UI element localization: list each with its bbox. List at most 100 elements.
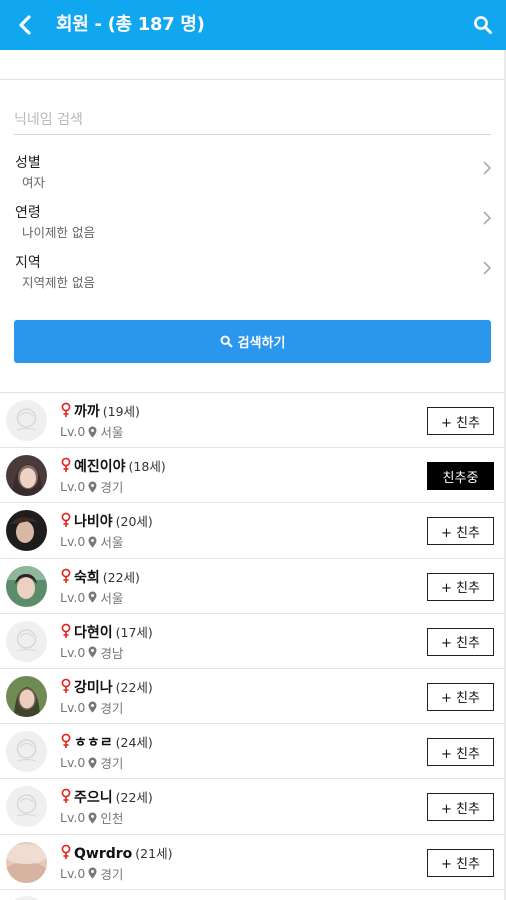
header-search-button[interactable] <box>466 8 500 42</box>
map-pin-icon <box>88 812 97 824</box>
member-nickname[interactable]: 다현이 (17세) <box>74 622 153 642</box>
member-region: 서울 <box>100 425 124 440</box>
filter-label: 연령 <box>15 205 41 221</box>
member-region: 경기 <box>100 866 124 882</box>
member-age: (22세) <box>115 790 153 806</box>
member-row[interactable]: 예진이야 (18세) Lv.0 경기 친추중 <box>0 448 504 504</box>
page-title: 회원 - (총 187 명) <box>56 14 205 35</box>
member-region: 인천 <box>100 811 124 827</box>
filter-value: 나이제한 없음 <box>22 225 95 240</box>
map-pin-icon <box>88 481 97 493</box>
member-row-partial <box>0 890 504 900</box>
add-friend-button[interactable]: + 친추 <box>427 627 494 656</box>
member-meta: Lv.0 서울 <box>60 422 123 441</box>
member-row[interactable]: 주으니 (22세) Lv.0 인천 + 친추 <box>0 779 504 835</box>
add-friend-button[interactable]: + 친추 <box>427 682 494 711</box>
filter-value: 여자 <box>22 175 46 190</box>
member-age: (22세) <box>102 569 140 585</box>
filter-value: 지역제한 없음 <box>22 275 95 290</box>
member-level: Lv.0 <box>60 589 86 605</box>
app-header: 회원 - (총 187 명) <box>0 0 506 50</box>
filter-region[interactable]: 지역 지역제한 없음 <box>0 252 504 298</box>
member-nickname[interactable]: 주으니 (22세) <box>74 787 153 807</box>
member-meta: Lv.0 인천 <box>60 808 123 827</box>
member-row[interactable]: 까까 (19세) Lv.0 서울 + 친추 <box>0 393 504 449</box>
member-nickname[interactable]: 강미나 (22세) <box>74 677 153 697</box>
member-region: 경남 <box>100 645 124 661</box>
member-meta: Lv.0 경남 <box>60 643 123 662</box>
add-friend-button[interactable]: + 친추 <box>427 848 494 877</box>
member-region: 경기 <box>100 700 124 716</box>
add-friend-button[interactable]: + 친추 <box>427 572 494 601</box>
avatar[interactable] <box>6 786 47 828</box>
avatar[interactable] <box>6 841 47 883</box>
member-meta: Lv.0 경기 <box>60 753 123 772</box>
member-age: (24세) <box>115 735 153 751</box>
member-nickname[interactable]: 까까 (19세) <box>74 401 140 421</box>
member-age: (17세) <box>115 624 153 640</box>
search-icon <box>220 335 233 348</box>
member-nickname[interactable]: 나비야 (20세) <box>74 511 153 531</box>
avatar[interactable] <box>6 455 47 497</box>
female-icon <box>61 844 71 859</box>
chevron-right-icon <box>483 161 492 175</box>
member-level: Lv.0 <box>60 699 86 715</box>
filter-gender[interactable]: 성별 여자 <box>0 152 504 198</box>
member-level: Lv.0 <box>60 479 86 495</box>
search-submit-button[interactable]: 검색하기 <box>14 320 491 363</box>
search-icon <box>474 16 492 34</box>
chevron-left-icon <box>19 15 31 35</box>
member-meta: Lv.0 경기 <box>60 477 123 496</box>
member-age: (18세) <box>128 459 166 475</box>
filter-label: 성별 <box>15 155 41 171</box>
member-age: (20세) <box>115 514 153 530</box>
member-row[interactable]: 숙희 (22세) Lv.0 서울 + 친추 <box>0 559 504 614</box>
female-icon <box>61 678 71 693</box>
chevron-right-icon <box>483 261 492 275</box>
member-level: Lv.0 <box>60 644 86 660</box>
member-row[interactable]: 다현이 (17세) Lv.0 경남 + 친추 <box>0 614 504 669</box>
female-icon <box>61 623 71 638</box>
member-meta: Lv.0 서울 <box>60 532 123 551</box>
add-friend-button[interactable]: + 친추 <box>427 407 494 435</box>
member-age: (22세) <box>115 679 153 695</box>
avatar[interactable] <box>6 510 47 552</box>
member-nickname[interactable]: ㅎㅎㄹ (24세) <box>74 732 153 752</box>
avatar <box>6 895 47 900</box>
map-pin-icon <box>88 591 97 603</box>
member-nickname[interactable]: Qwrdro (21세) <box>74 843 172 862</box>
add-friend-button[interactable]: + 친추 <box>427 738 494 767</box>
member-row[interactable]: Qwrdro (21세) Lv.0 경기 + 친추 <box>0 835 504 890</box>
member-region: 경기 <box>100 480 124 496</box>
member-age: (19세) <box>102 404 140 419</box>
back-button[interactable] <box>10 8 40 42</box>
member-row[interactable]: ㅎㅎㄹ (24세) Lv.0 경기 + 친추 <box>0 724 504 780</box>
member-region: 서울 <box>100 590 124 606</box>
avatar[interactable] <box>6 731 47 773</box>
female-icon <box>61 457 71 473</box>
member-nickname[interactable]: 숙희 (22세) <box>74 567 140 587</box>
female-icon <box>61 788 71 804</box>
female-icon <box>61 568 71 583</box>
search-submit-label: 검색하기 <box>237 336 286 351</box>
member-row[interactable]: 강미나 (22세) Lv.0 경기 + 친추 <box>0 669 504 725</box>
add-friend-button[interactable]: + 친추 <box>427 517 494 546</box>
avatar[interactable] <box>6 565 47 607</box>
member-level: Lv.0 <box>60 865 86 881</box>
add-friend-button[interactable]: + 친추 <box>427 793 494 822</box>
avatar[interactable] <box>6 675 47 717</box>
avatar[interactable] <box>6 620 47 662</box>
female-icon <box>61 512 71 528</box>
member-level: Lv.0 <box>60 424 86 439</box>
chevron-right-icon <box>483 211 492 225</box>
divider <box>0 79 504 80</box>
nickname-search-input[interactable] <box>14 106 491 135</box>
member-list: 까까(19세) Lv.0 서울 + 친추 예진이야(18세) Lv.0 경기 <box>0 392 504 900</box>
filter-age[interactable]: 연령 나이제한 없음 <box>0 202 504 248</box>
map-pin-icon <box>88 536 97 548</box>
friend-requested-button[interactable]: 친추중 <box>427 462 494 491</box>
member-nickname[interactable]: 예진이야 (18세) <box>74 456 166 476</box>
member-region: 경기 <box>100 756 124 772</box>
member-row[interactable]: 나비야 (20세) Lv.0 서울 + 친추 <box>0 503 504 559</box>
avatar[interactable] <box>6 400 47 441</box>
